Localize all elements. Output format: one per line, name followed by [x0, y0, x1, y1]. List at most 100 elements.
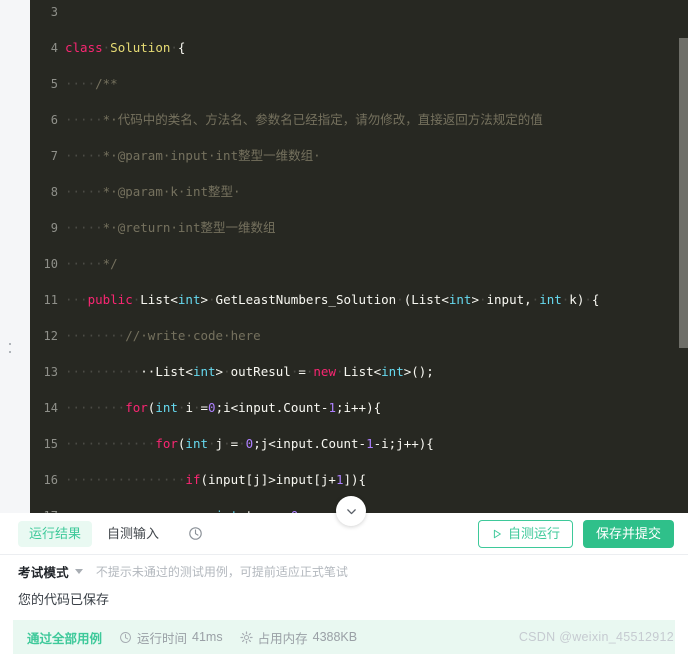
code-token: ·	[584, 292, 592, 307]
toolbar-actions: 自测运行 保存并提交	[477, 519, 688, 548]
code-token: ·	[208, 292, 216, 307]
chevron-down-icon[interactable]	[74, 569, 83, 574]
run-time-label: 运行时间	[137, 631, 188, 646]
code-token: *·@param·input·int整型一维数组·	[102, 148, 321, 163]
line-number: 11	[43, 293, 58, 307]
code-line: 9 ·····*·@return·int整型一维数组	[30, 219, 688, 237]
code-token: ;i++)	[335, 400, 374, 415]
run-time-item: 运行时间 41ms	[119, 628, 223, 647]
code-token: i	[185, 400, 193, 415]
code-token: =	[230, 436, 239, 451]
clock-icon	[189, 527, 202, 540]
code-token: int	[381, 364, 404, 379]
code-token: outResul	[230, 364, 291, 379]
code-line: 6 ·····*·代码中的类名、方法名、参数名已经指定，请勿修改，直接返回方法规定…	[30, 111, 688, 129]
line-number: 8	[50, 185, 58, 199]
code-token: ·····	[65, 112, 103, 127]
code-line: 12 ········//·write·code·here	[30, 327, 688, 345]
line-number: 6	[50, 113, 58, 127]
code-saved-status: 您的代码已保存	[18, 592, 110, 607]
line-number: 3	[50, 5, 58, 19]
code-line: 10 ·····*/	[30, 255, 688, 273]
code-token: ·	[238, 436, 246, 451]
code-token: *·@return·int整型一维数组	[102, 220, 276, 235]
code-token: >();	[403, 364, 434, 379]
tab-self-test-input[interactable]: 自测输入	[96, 521, 170, 547]
self-test-run-button[interactable]: 自测运行	[477, 519, 573, 548]
code-line: 5 ····/**	[30, 75, 688, 93]
code-token: for	[155, 436, 178, 451]
play-icon	[493, 529, 501, 538]
code-editor[interactable]: 3 4 class·Solution·{ 5 ····/** 6 ·····*·代码中…	[30, 0, 688, 513]
code-token: //·write·code·here	[125, 328, 261, 343]
code-token: ;i<input.Count-	[215, 400, 329, 415]
code-token: ·	[396, 292, 404, 307]
watermark: CSDN @weixin_45512912	[518, 630, 674, 644]
code-token: */	[102, 256, 118, 271]
save-and-submit-button[interactable]: 保存并提交	[582, 519, 674, 548]
code-token: for	[125, 400, 148, 415]
memory-label: 占用内存	[257, 631, 308, 646]
code-token: ·	[223, 364, 231, 379]
code-token: ·	[208, 436, 216, 451]
line-number: 14	[43, 401, 58, 415]
editor-vertical-scrollbar[interactable]	[679, 38, 688, 348]
code-token: List<	[343, 364, 382, 379]
code-token: int	[185, 436, 208, 451]
code-token: int	[177, 292, 201, 307]
line-number: 5	[50, 77, 58, 91]
line-number: 4	[50, 41, 58, 55]
code-token: k)	[569, 292, 585, 307]
tab-run-result[interactable]: 运行结果	[18, 520, 93, 547]
code-token: {	[358, 472, 367, 487]
editor-left-margin	[0, 0, 30, 513]
code-line: 7 ·····*·@param·input·int整型一维数组·	[30, 147, 688, 165]
code-token: {	[591, 292, 600, 307]
code-token: >	[200, 292, 209, 307]
code-token: ·····	[65, 184, 103, 199]
code-token: {	[373, 400, 382, 415]
clock-icon	[120, 631, 131, 643]
code-line: 14 ········for(int·i·=0;i<input.Count-1;i…	[30, 399, 688, 417]
code-token: ·	[223, 436, 231, 451]
line-number: 10	[43, 257, 58, 271]
editor-minimap-dots	[9, 343, 13, 365]
code-line: 4 class·Solution·{	[30, 39, 688, 57]
code-token: 1	[328, 400, 336, 415]
code-token: ············	[65, 436, 156, 451]
memory-item: 占用内存 4388KB	[239, 628, 358, 647]
code-token: (input[j]>input[j+	[200, 472, 336, 487]
code-token: =	[200, 400, 209, 415]
code-token: ··List<	[140, 364, 193, 379]
code-token: ·····	[65, 256, 103, 271]
code-line: 15 ············for(int·j·=·0;j<input.Coun…	[30, 435, 688, 453]
line-number: 15	[43, 437, 58, 451]
code-token: ;j<input.Count-	[253, 436, 367, 451]
code-token: ·	[478, 292, 487, 307]
code-token: (List<	[403, 292, 449, 307]
code-editor-panel: 3 4 class·Solution·{ 5 ····/** 6 ·····*·代码中…	[0, 0, 688, 513]
chevron-down-icon	[346, 508, 356, 514]
self-test-run-label: 自测运行	[507, 525, 560, 541]
code-token: class	[65, 40, 103, 55]
history-button[interactable]	[188, 526, 203, 541]
code-token: ········	[65, 400, 126, 415]
exam-mode-hint: 不提示未通过的测试用例，可提前适应正式笔试	[95, 565, 348, 579]
code-token: 0	[208, 400, 216, 415]
code-line: 8 ·····*·@param·k·int整型·	[30, 183, 688, 201]
exam-mode-row: 考试模式 不提示未通过的测试用例，可提前适应正式笔试	[0, 556, 688, 587]
code-token: =	[298, 364, 306, 379]
line-number: 9	[50, 221, 58, 235]
code-token: ·····	[65, 148, 103, 163]
code-token: input,	[486, 292, 532, 307]
code-token: int	[448, 292, 472, 307]
code-token: >	[215, 364, 224, 379]
code-token: -i;j++)	[373, 436, 427, 451]
code-token: int	[155, 400, 178, 415]
code-token: new	[313, 364, 336, 379]
collapse-editor-button[interactable]	[336, 496, 366, 526]
code-token: ·	[170, 40, 178, 55]
memory-value: 4388KB	[312, 630, 358, 644]
code-lines[interactable]: 3 4 class·Solution·{ 5 ····/** 6 ·····*·代码中…	[30, 0, 688, 513]
code-line: 3	[30, 3, 688, 21]
